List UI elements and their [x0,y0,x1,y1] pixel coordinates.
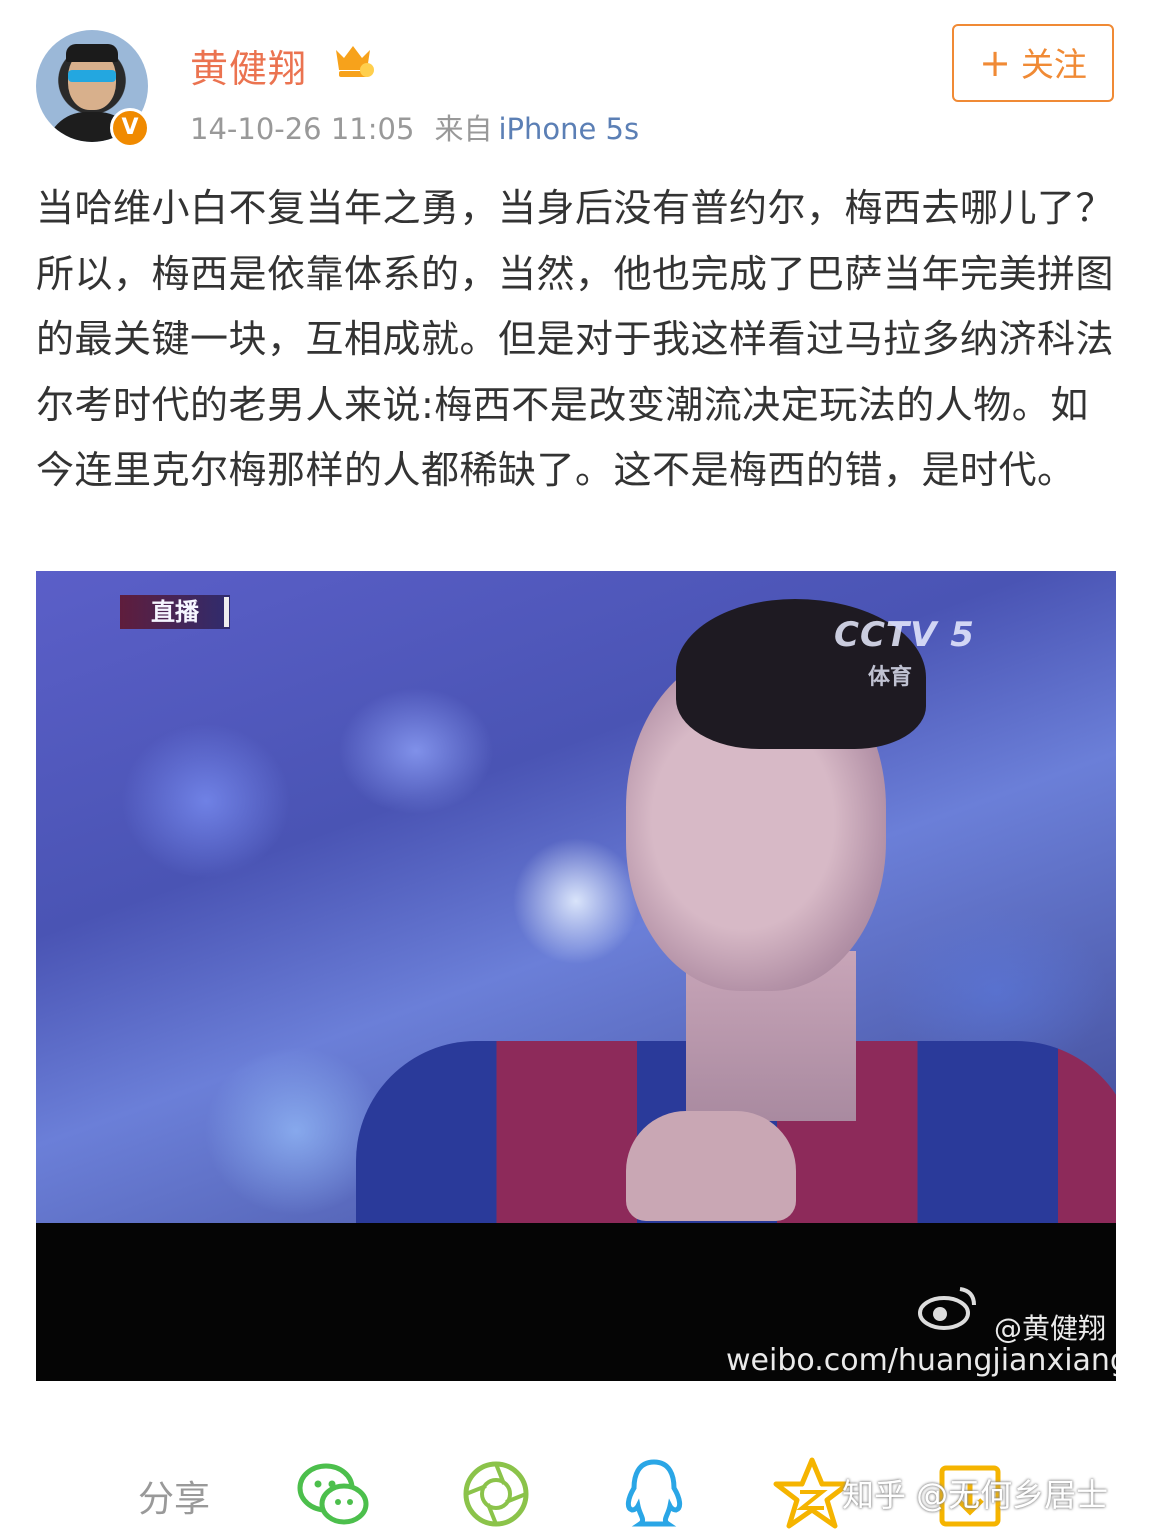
watermark-url: weibo.com/huangjianxiang [726,1343,1116,1378]
zhihu-watermark: 知乎 @无何乡居士 [842,1476,1109,1514]
avatar-glasses [68,70,116,82]
post-header: V 黄健翔 14-10-26 11:05 来自 iPhone 5s + 关注 [0,0,1152,160]
qq-icon[interactable] [614,1454,694,1534]
wechat-icon[interactable] [294,1454,374,1534]
vip-crown-icon[interactable] [332,40,374,80]
avatar-hair [66,44,118,62]
verified-badge-icon: V [110,108,150,148]
image-hand [626,1111,796,1221]
share-label: 分享 [138,1479,211,1520]
follow-button[interactable]: + 关注 [952,24,1114,102]
plus-icon: + [979,41,1011,85]
cctv5-logo: CCTV 5 [834,615,975,655]
moments-icon[interactable] [456,1454,536,1534]
post-source-link[interactable]: iPhone 5s [498,112,639,146]
from-label: 来自 [434,112,493,146]
post-meta: 14-10-26 11:05 来自 iPhone 5s [190,106,639,148]
cctv5-sub: 体育 [868,665,913,690]
post-text: 当哈维小白不复当年之勇，当身后没有普约尔，梅西去哪儿了？所以，梅西是依靠体系的，… [36,186,1115,492]
live-divider [224,597,229,627]
live-tag: 直播 [120,595,230,629]
follow-label: 关注 [1020,45,1087,84]
username[interactable]: 黄健翔 [190,38,307,93]
post-image[interactable]: 直播 CCTV 5 体育 @黄健翔 weibo.com/huangjianxia… [36,571,1116,1381]
watermark-handle: @黄健翔 [994,1312,1107,1345]
post-time: 14-10-26 11:05 [190,112,415,146]
weibo-logo-icon [918,1287,976,1330]
qzone-icon[interactable] [772,1454,852,1534]
